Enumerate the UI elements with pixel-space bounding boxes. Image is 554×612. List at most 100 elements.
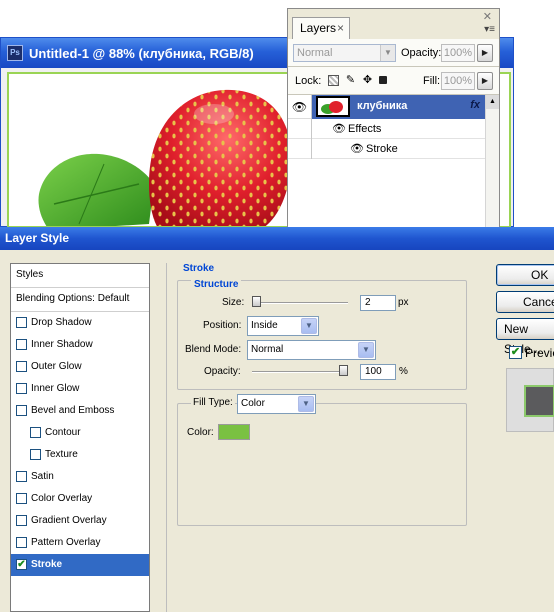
style-checkbox[interactable] [30, 449, 41, 460]
opacity-label: Opacity: [401, 47, 442, 59]
tab-layers-label: Layers [300, 21, 337, 35]
stroke-eye-icon[interactable]: 👁 [350, 142, 364, 155]
layer-row[interactable]: 👁 клубника fx [288, 95, 485, 119]
style-label: Bevel and Emboss [31, 405, 115, 416]
chevron-down-icon: ▼ [358, 342, 374, 358]
layers-scrollbar[interactable]: ▲ [485, 95, 499, 227]
stroke-effect-label: Stroke [366, 143, 398, 155]
layer-style-titlebar[interactable]: Layer Style [0, 227, 554, 250]
style-label: Inner Glow [31, 383, 80, 394]
lock-all-icon[interactable] [379, 76, 387, 84]
style-checkbox[interactable]: ✔ [16, 559, 27, 570]
lock-image-icon[interactable]: ✎ [345, 75, 356, 86]
blending-options-item[interactable]: Blending Options: Default [11, 288, 149, 312]
style-label: Outer Glow [31, 361, 82, 372]
style-item[interactable]: Gradient Overlay [11, 510, 149, 532]
fill-input[interactable]: 100% [441, 72, 475, 90]
layer-blend-mode-value: Normal [297, 47, 333, 59]
chevron-down-icon: ▼ [380, 45, 395, 61]
layers-tabbar: Layers × ✕ ▾≡ [288, 9, 499, 39]
layer-name: клубника [357, 100, 408, 112]
style-item[interactable]: Pattern Overlay [11, 532, 149, 554]
lock-transparent-icon[interactable] [328, 75, 339, 86]
style-item[interactable]: Inner Glow [11, 378, 149, 400]
layer-thumbnail [316, 96, 350, 117]
blend-mode-label: Blend Mode: [185, 344, 242, 355]
opacity-label: Opacity: [204, 366, 241, 377]
preview-box [506, 368, 554, 432]
position-select[interactable]: Inside ▼ [247, 316, 319, 336]
stroke-effect-row[interactable]: 👁 Stroke [288, 139, 485, 159]
lock-row: Lock: ✎ ✥ Fill: 100% ▶ [288, 67, 499, 95]
style-item[interactable]: Color Overlay [11, 488, 149, 510]
style-item[interactable]: ✔ Stroke [11, 554, 149, 576]
style-checkbox[interactable] [16, 383, 27, 394]
opacity-slider-thumb[interactable] [339, 365, 348, 376]
style-checkbox[interactable] [16, 471, 27, 482]
style-item[interactable]: Bevel and Emboss [11, 400, 149, 422]
lock-position-icon[interactable]: ✥ [362, 75, 373, 86]
style-checkbox[interactable] [16, 361, 27, 372]
eye-icon[interactable]: 👁 [288, 95, 312, 119]
effects-label: Effects [348, 123, 382, 135]
scroll-up-icon[interactable]: ▲ [486, 95, 499, 109]
fill-label: Fill: [423, 75, 441, 87]
style-checkbox[interactable] [30, 427, 41, 438]
style-item[interactable]: Inner Shadow [11, 334, 149, 356]
opacity-flyout-button[interactable]: ▶ [477, 44, 493, 62]
layer-row-selected[interactable]: клубника fx [312, 95, 485, 119]
fill-type-value: Color [241, 398, 265, 409]
layer-blend-mode-select[interactable]: Normal ▼ [293, 44, 396, 62]
style-label: Satin [31, 471, 54, 482]
ok-button[interactable]: OK [496, 264, 554, 286]
preview-checkbox[interactable]: ✔ [509, 346, 522, 359]
panel-close-icon[interactable]: ✕ [483, 10, 492, 23]
style-checkbox[interactable] [16, 317, 27, 328]
empty-eye-cell [288, 119, 312, 139]
size-slider-track[interactable] [252, 302, 348, 304]
chevron-down-icon: ▼ [301, 318, 317, 334]
layers-panel: Layers × ✕ ▾≡ Normal ▼ Opacity: 100% ▶ L… [287, 8, 500, 228]
style-item[interactable]: Outer Glow [11, 356, 149, 378]
stroke-color-swatch[interactable] [218, 424, 250, 440]
structure-title: Structure [191, 279, 242, 290]
style-item[interactable]: Texture [11, 444, 149, 466]
styles-list: Styles Blending Options: Default Drop Sh… [10, 263, 150, 612]
fill-type-select[interactable]: Color ▼ [237, 394, 316, 414]
styles-header[interactable]: Styles [11, 264, 149, 288]
opacity-slider-track[interactable] [252, 371, 348, 373]
effects-eye-icon[interactable]: 👁 [332, 122, 346, 135]
fx-icon[interactable]: fx [470, 99, 480, 111]
tab-layers[interactable]: Layers × [292, 17, 350, 39]
layers-list: 👁 клубника fx 👁 Effects 👁 Stroke [288, 95, 485, 227]
blend-row: Normal ▼ Opacity: 100% ▶ [288, 39, 499, 67]
new-style-button[interactable]: New Style... [496, 318, 554, 356]
preview-swatch [524, 385, 554, 417]
style-label: Stroke [31, 559, 63, 570]
size-unit: px [398, 297, 409, 308]
style-label: Gradient Overlay [31, 515, 107, 526]
panel-menu-icon[interactable]: ▾≡ [484, 24, 495, 35]
style-item[interactable]: Contour [11, 422, 149, 444]
tab-close-icon[interactable]: × [337, 18, 344, 38]
fill-flyout-button[interactable]: ▶ [477, 72, 493, 90]
opacity-input[interactable]: 100 [360, 364, 396, 380]
cancel-button[interactable]: Cancel [496, 291, 554, 313]
style-checkbox[interactable] [16, 537, 27, 548]
position-label: Position: [203, 320, 242, 331]
size-input[interactable]: 2 [360, 295, 396, 311]
style-item[interactable]: Satin [11, 466, 149, 488]
style-checkbox[interactable] [16, 339, 27, 350]
effects-row[interactable]: 👁 Effects [288, 119, 485, 139]
size-slider-thumb[interactable] [252, 296, 261, 307]
style-checkbox[interactable] [16, 515, 27, 526]
opacity-input[interactable]: 100% [441, 44, 475, 62]
style-label: Color Overlay [31, 493, 93, 504]
style-checkbox[interactable] [16, 493, 27, 504]
fill-group [177, 403, 467, 526]
blend-mode-select[interactable]: Normal ▼ [247, 340, 376, 360]
style-checkbox[interactable] [16, 405, 27, 416]
style-label: Drop Shadow [31, 317, 92, 328]
style-item[interactable]: Drop Shadow [11, 312, 149, 334]
style-label: Contour [45, 427, 81, 438]
